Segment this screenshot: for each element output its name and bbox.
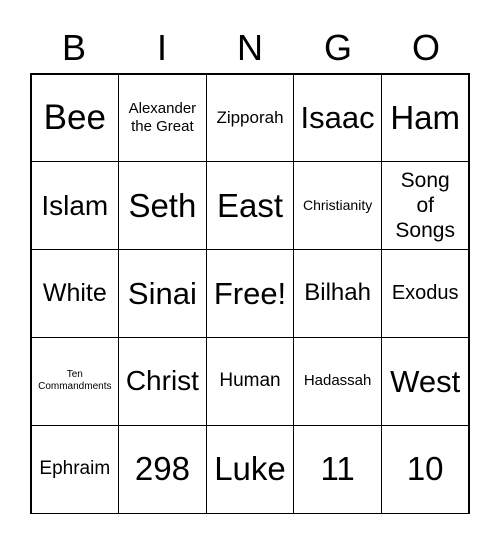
bingo-grid: Bee Alexander the Great Zipporah Isaac H… — [30, 73, 470, 514]
bingo-cell[interactable]: Zipporah — [205, 73, 295, 163]
bingo-cell[interactable]: 10 — [380, 424, 470, 514]
bingo-cell[interactable]: East — [205, 161, 295, 251]
bingo-cell[interactable]: Alexander the Great — [118, 73, 207, 163]
header-letter-b: B — [61, 27, 86, 68]
bingo-cell[interactable]: Seth — [118, 161, 207, 251]
header-letter-g: G — [323, 27, 352, 68]
bingo-cell[interactable]: Isaac — [293, 73, 382, 163]
bingo-cell[interactable]: White — [30, 249, 120, 338]
bingo-cell[interactable]: Bee — [30, 73, 120, 163]
bingo-cell[interactable]: 11 — [293, 424, 382, 514]
bingo-cell[interactable]: Islam — [30, 161, 120, 251]
bingo-cell[interactable]: 298 — [118, 424, 207, 514]
bingo-cell[interactable]: Ephraim — [30, 424, 120, 514]
bingo-cell[interactable]: Ten Commandments — [30, 336, 120, 426]
bingo-cell[interactable]: Christ — [118, 336, 207, 426]
header-letter-o: O — [411, 27, 440, 68]
bingo-cell[interactable]: West — [380, 336, 470, 426]
bingo-cell[interactable]: Song of Songs — [380, 161, 470, 251]
bingo-header: B I N G O — [30, 22, 470, 74]
bingo-cell[interactable]: Ham — [380, 73, 470, 163]
header-letter-n: N — [237, 27, 263, 68]
bingo-cell[interactable]: Luke — [205, 424, 295, 514]
bingo-cell[interactable]: Christianity — [293, 161, 382, 251]
free-space-cell[interactable]: Free! — [205, 249, 295, 338]
bingo-cell[interactable]: Sinai — [118, 249, 207, 338]
bingo-cell[interactable]: Human — [205, 336, 295, 426]
header-letter-i: I — [156, 27, 167, 68]
bingo-cell[interactable]: Exodus — [380, 249, 470, 338]
bingo-cell[interactable]: Bilhah — [293, 249, 382, 338]
bingo-cell[interactable]: Hadassah — [293, 336, 382, 426]
